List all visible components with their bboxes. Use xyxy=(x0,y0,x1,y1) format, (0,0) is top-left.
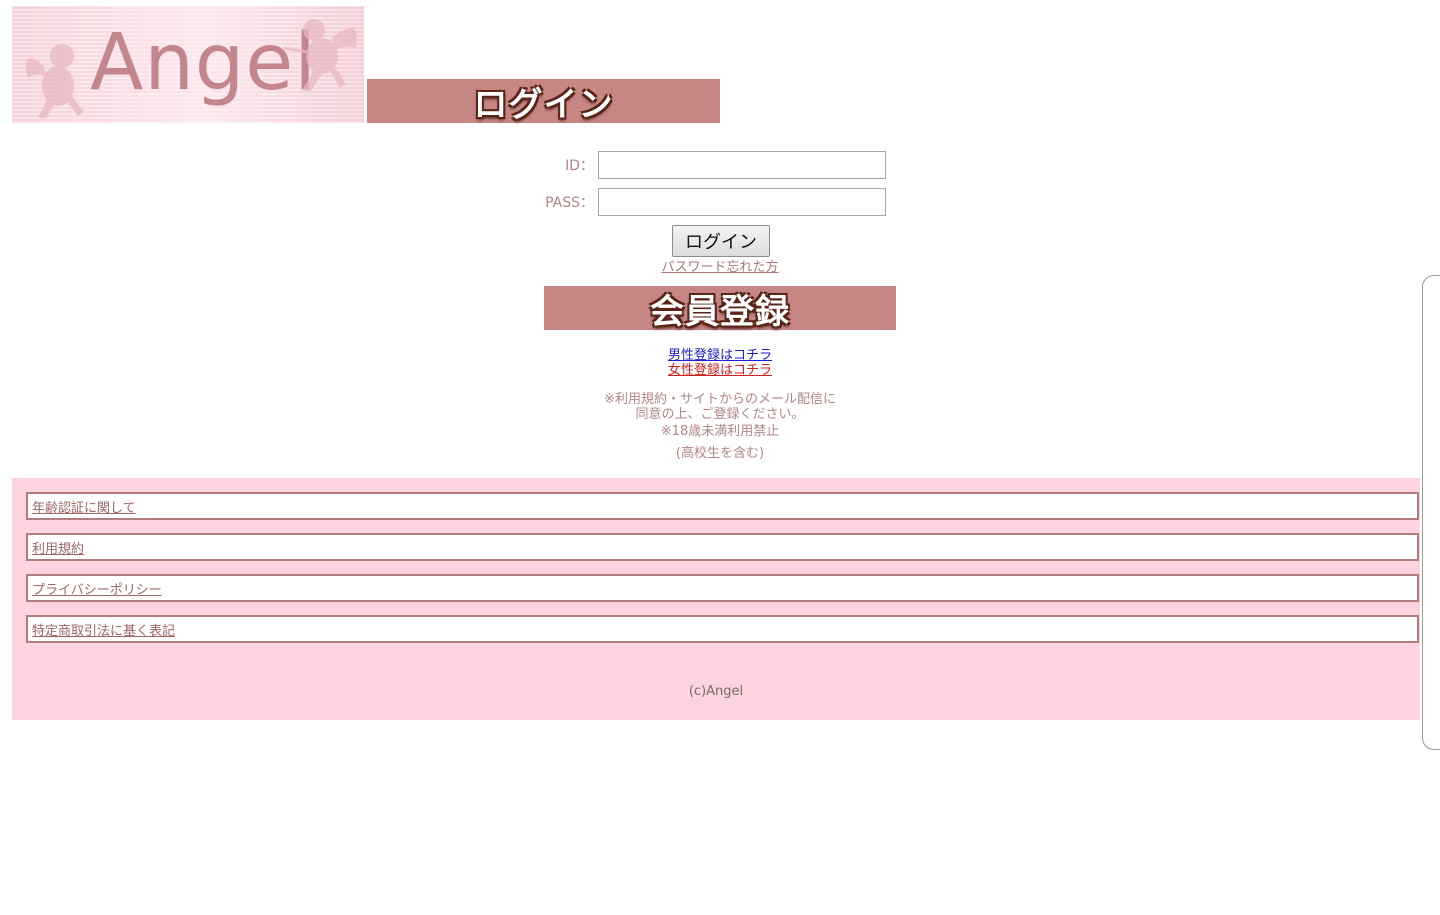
footer-item[interactable]: 特定商取引法に基く表記 xyxy=(26,615,1419,643)
footer-item[interactable]: プライバシーポリシー xyxy=(26,574,1419,602)
register-banner-text: 会員登録 xyxy=(650,291,790,332)
commercial-transactions-link[interactable]: 特定商取引法に基く表記 xyxy=(32,620,175,639)
edge-drawer-handle[interactable] xyxy=(1422,275,1440,750)
terms-link[interactable]: 利用規約 xyxy=(32,538,84,557)
id-row: ID： xyxy=(524,151,886,179)
cupid-icon xyxy=(283,19,357,92)
page: Angel ログイン ID： PASS： ログイン パスワード忘れた方 会員登録… xyxy=(0,0,1440,915)
female-register-link[interactable]: 女性登録はコチラ xyxy=(0,359,1440,378)
login-banner-text: ログイン xyxy=(473,84,614,125)
notice-line-4: (高校生を含む) xyxy=(675,446,765,461)
notice-line-3: ※18歳未満利用禁止 xyxy=(660,424,780,439)
forgot-password-link[interactable]: パスワード忘れた方 xyxy=(0,256,1440,275)
pass-input[interactable] xyxy=(598,188,886,216)
privacy-policy-link[interactable]: プライバシーポリシー xyxy=(32,579,162,598)
cupid-icon xyxy=(26,44,84,118)
id-input[interactable] xyxy=(598,151,886,179)
footer-item[interactable]: 年齢認証に関して xyxy=(26,492,1419,520)
pass-row: PASS： xyxy=(524,188,886,216)
angel-logo[interactable]: Angel xyxy=(12,6,364,123)
id-label: ID： xyxy=(565,158,594,174)
footer: 年齢認証に関して 利用規約 プライバシーポリシー 特定商取引法に基く表記 (c)… xyxy=(12,478,1420,720)
age-verification-link[interactable]: 年齢認証に関して xyxy=(32,497,136,516)
login-button[interactable]: ログイン xyxy=(672,225,770,257)
footer-item[interactable]: 利用規約 xyxy=(26,533,1419,561)
login-banner: ログイン xyxy=(367,79,720,125)
pass-label: PASS： xyxy=(545,195,594,211)
copyright: (c)Angel xyxy=(688,684,744,699)
register-banner: 会員登録 xyxy=(544,286,896,332)
